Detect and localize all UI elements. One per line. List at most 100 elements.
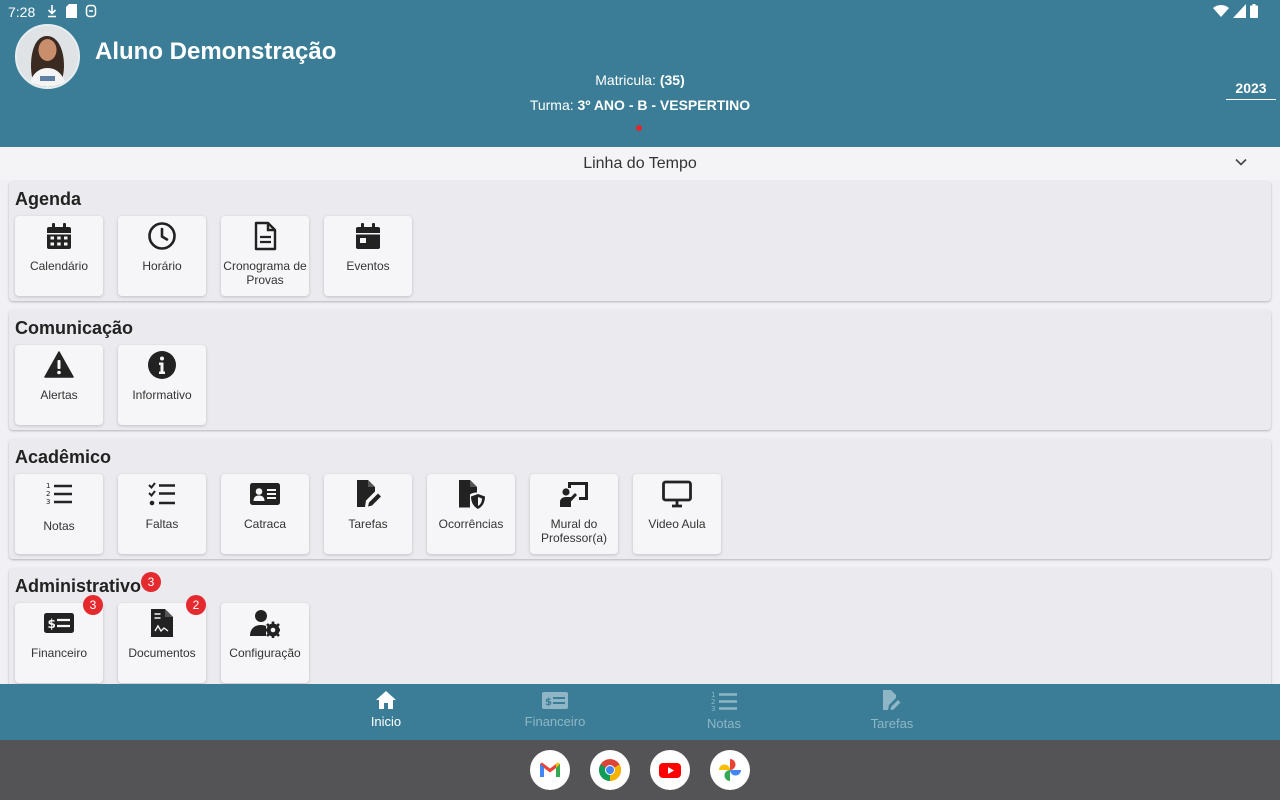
system-dock (0, 740, 1280, 800)
nav-label: Inicio (370, 714, 402, 729)
turma-label: Turma: (529, 97, 574, 113)
svg-text:3: 3 (711, 705, 715, 712)
tile-label: Tarefas (348, 517, 388, 531)
nav-label: Financeiro (524, 714, 586, 729)
signal-icon (1233, 4, 1246, 18)
id-card-icon (250, 483, 280, 505)
tile-label: Ocorrências (438, 517, 504, 531)
download-arrow-icon (47, 5, 57, 18)
dock-chrome[interactable] (590, 750, 630, 790)
tile-ocorrencias[interactable]: Ocorrências (427, 474, 515, 554)
section-title: Acadêmico (15, 447, 112, 467)
section-academico: Acadêmico 1 2 3 Notas Faltas Catraca Tar… (9, 439, 1271, 559)
matricula-label: Matricula: (595, 72, 656, 88)
svg-text:2: 2 (46, 490, 50, 498)
money-bill-icon: $ (542, 692, 568, 709)
tile-informativo[interactable]: Informativo (118, 345, 206, 425)
chrome-icon (599, 759, 621, 781)
page-indicator-dot (636, 125, 642, 131)
svg-text:3: 3 (46, 498, 50, 506)
notification-badge: 3 (83, 595, 103, 615)
tile-label: Horário (142, 259, 182, 273)
year-selector[interactable]: 2023 (1226, 80, 1276, 100)
tile-label: Video Aula (648, 517, 706, 531)
dock-youtube[interactable] (650, 750, 690, 790)
nav-notas[interactable]: 123 Notas (674, 690, 774, 731)
nav-inicio[interactable]: Inicio (336, 690, 436, 729)
tile-label: Documentos (128, 646, 196, 660)
money-bill-icon: $ (44, 613, 74, 633)
nav-financeiro[interactable]: $ Financeiro (505, 690, 605, 729)
nav-label: Tarefas (870, 716, 914, 731)
file-edit-icon (883, 690, 901, 710)
tile-faltas[interactable]: Faltas (118, 474, 206, 554)
svg-text:$: $ (545, 697, 552, 708)
tile-mural-do-professor[interactable]: Mural do Professor(a) (530, 474, 618, 554)
turma-line: Turma: 3º ANO - B - VESPERTINO (0, 97, 1280, 113)
tile-label: Configuração (229, 646, 301, 660)
section-agenda: Agenda Calendário Horário Cronograma de … (9, 181, 1271, 301)
tile-catraca[interactable]: Catraca (221, 474, 309, 554)
warning-icon (44, 351, 74, 378)
tile-label: Mural do Professor(a) (540, 517, 608, 545)
nav-tarefas[interactable]: Tarefas (842, 690, 942, 731)
user-gear-icon (250, 610, 280, 638)
svg-text:$: $ (48, 617, 56, 631)
file-shield-icon (459, 480, 485, 509)
tile-notas[interactable]: 1 2 3 Notas (15, 474, 103, 554)
tile-label: Faltas (145, 517, 179, 531)
tile-video-aula[interactable]: Video Aula (633, 474, 721, 554)
numbered-list-icon: 123 (711, 691, 737, 712)
section-title: Administrativo (15, 576, 142, 596)
youtube-icon (659, 763, 681, 778)
tile-configuracao[interactable]: Configuração (221, 603, 309, 683)
event-icon (356, 223, 380, 249)
tile-label: Catraca (243, 517, 287, 531)
svg-text:1: 1 (46, 482, 50, 490)
sync-icon (85, 4, 97, 18)
status-bar: 7:28 (0, 0, 1280, 24)
matricula-line: Matricula: (35) (0, 72, 1280, 88)
dock-photos[interactable] (710, 750, 750, 790)
tile-cronograma-de-provas[interactable]: Cronograma de Provas (221, 216, 309, 296)
notification-badge: 2 (186, 595, 206, 615)
chevron-down-icon (1235, 158, 1247, 166)
calendar-icon (47, 223, 71, 249)
tile-documentos[interactable]: Documentos 2 (118, 595, 206, 683)
bottom-navigation: Inicio $ Financeiro 123 Notas Tarefas (0, 684, 1280, 740)
tile-calendario[interactable]: Calendário (15, 216, 103, 296)
wifi-icon (1213, 4, 1229, 18)
checklist-icon (148, 482, 175, 506)
dock-gmail[interactable] (530, 750, 570, 790)
invoice-icon (151, 609, 173, 637)
tile-label: Financeiro (30, 646, 88, 660)
info-icon (148, 351, 176, 379)
timeline-toggle[interactable]: Linha do Tempo (0, 147, 1280, 180)
tile-label: Cronograma de Provas (223, 259, 307, 287)
photos-icon (719, 759, 741, 781)
tile-label: Calendário (29, 259, 89, 273)
battery-icon (1250, 4, 1258, 18)
turma-value: 3º ANO - B - VESPERTINO (577, 97, 751, 113)
tile-label: Notas (43, 519, 75, 533)
sd-card-icon (66, 4, 77, 18)
monitor-icon (662, 480, 692, 508)
clock-icon (148, 222, 176, 250)
tile-horario[interactable]: Horário (118, 216, 206, 296)
tile-eventos[interactable]: Eventos (324, 216, 412, 296)
numbered-list-icon: 1 2 3 (46, 482, 72, 506)
section-title: Agenda (15, 189, 82, 209)
section-comunicacao: Comunicação Alertas Informativo (9, 310, 1271, 430)
nav-label: Notas (707, 716, 741, 731)
tile-label: Alertas (40, 388, 78, 402)
tile-tarefas[interactable]: Tarefas (324, 474, 412, 554)
tile-label: Eventos (346, 259, 390, 273)
teacher-board-icon (560, 482, 588, 507)
student-name: Aluno Demonstração (95, 38, 337, 65)
tile-financeiro[interactable]: $ Financeiro 3 (15, 595, 103, 683)
status-time: 7:28 (8, 4, 36, 20)
tile-label: Informativo (132, 388, 192, 402)
home-icon (376, 691, 396, 709)
tile-alertas[interactable]: Alertas (15, 345, 103, 425)
matricula-value: (35) (659, 72, 685, 88)
